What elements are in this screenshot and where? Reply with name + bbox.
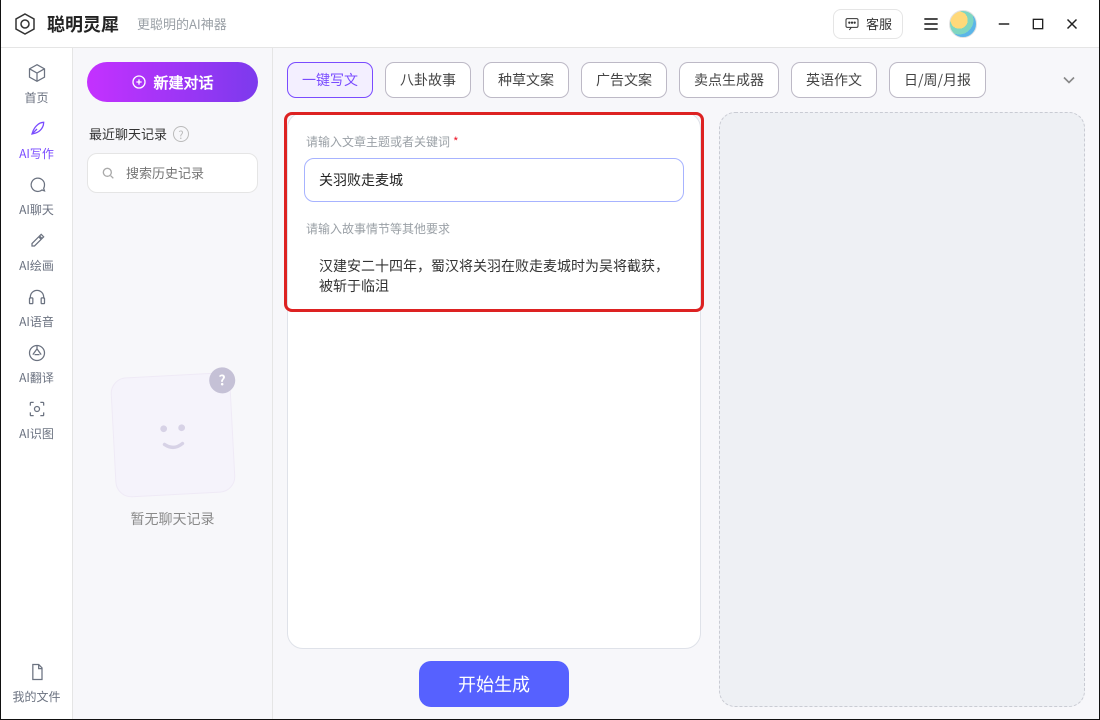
search-icon xyxy=(100,165,116,181)
speech-icon xyxy=(844,16,860,32)
nav-item-files[interactable]: 我的文件 xyxy=(1,655,72,711)
left-nav: 首页 AI写作 AI聊天 xyxy=(1,48,73,719)
chip-ad-copy[interactable]: 广告文案 xyxy=(581,62,667,98)
plus-icon xyxy=(131,74,147,90)
brand-logo-icon xyxy=(11,10,39,38)
recent-title: 最近聊天记录 xyxy=(89,124,167,143)
empty-illustration: ? xyxy=(109,372,235,498)
chip-label: 一键写文 xyxy=(302,70,358,90)
chat-icon xyxy=(26,174,48,196)
generate-button[interactable]: 开始生成 xyxy=(419,661,569,707)
recent-heading: 最近聊天记录 ? xyxy=(89,124,256,143)
new-chat-label: 新建对话 xyxy=(153,72,213,93)
nav-item-translate[interactable]: AI翻译 xyxy=(1,336,72,392)
nav-label: 首页 xyxy=(24,89,48,106)
support-button[interactable]: 客服 xyxy=(833,9,903,39)
nav-label: AI聊天 xyxy=(19,201,54,218)
brand-name: 聪明灵犀 xyxy=(47,11,119,37)
feather-icon xyxy=(26,118,48,140)
chip-onekey-write[interactable]: 一键写文 xyxy=(287,62,373,98)
brush-icon xyxy=(26,230,48,252)
sidebar: 新建对话 最近聊天记录 ? ? xyxy=(73,48,273,719)
new-chat-button[interactable]: 新建对话 xyxy=(87,62,258,102)
titlebar: 聪明灵犀 更聪明的AI神器 客服 xyxy=(1,0,1099,48)
chip-label: 日/周/月报 xyxy=(904,70,971,90)
topic-input[interactable] xyxy=(304,158,684,202)
nav-item-home[interactable]: 首页 xyxy=(1,56,72,112)
nav-item-ocr[interactable]: AI识图 xyxy=(1,392,72,448)
window-minimize-icon[interactable] xyxy=(987,9,1021,39)
topic-label: 请输入文章主题或者关键词* xyxy=(306,133,682,150)
empty-state: ? 暂无聊天记录 xyxy=(87,193,258,711)
nav-item-chat[interactable]: AI聊天 xyxy=(1,168,72,224)
topic-label-text: 请输入文章主题或者关键词 xyxy=(306,133,450,150)
nav-item-write[interactable]: AI写作 xyxy=(1,112,72,168)
window-maximize-icon[interactable] xyxy=(1021,9,1055,39)
headset-icon xyxy=(26,286,48,308)
nav-label: AI翻译 xyxy=(19,369,54,386)
nav-label: AI写作 xyxy=(19,145,54,162)
form-column: 请输入文章主题或者关键词* 请输入故事情节等其他要求 汉建安二十四年，蜀汉将关羽… xyxy=(287,112,701,707)
search-box[interactable] xyxy=(87,153,258,193)
chip-label: 种草文案 xyxy=(498,70,554,90)
nav-item-voice[interactable]: AI语音 xyxy=(1,280,72,336)
cube-icon xyxy=(26,62,48,84)
chip-selling-points[interactable]: 卖点生成器 xyxy=(679,62,779,98)
menu-icon[interactable] xyxy=(913,8,949,40)
nav-label: AI语音 xyxy=(19,313,54,330)
chip-gossip-story[interactable]: 八卦故事 xyxy=(385,62,471,98)
brand-slogan: 更聪明的AI神器 xyxy=(137,14,227,33)
chip-seeding-copy[interactable]: 种草文案 xyxy=(483,62,569,98)
nav-label: AI识图 xyxy=(19,425,54,442)
main: 一键写文 八卦故事 种草文案 广告文案 卖点生成器 英语作文 日/周/月报 请输… xyxy=(273,48,1099,719)
chevron-down-icon[interactable] xyxy=(1053,64,1085,96)
output-panel xyxy=(719,112,1085,707)
template-chips: 一键写文 八卦故事 种草文案 广告文案 卖点生成器 英语作文 日/周/月报 xyxy=(273,48,1099,104)
scan-icon xyxy=(26,398,48,420)
window-close-icon[interactable] xyxy=(1055,9,1089,39)
support-label: 客服 xyxy=(866,14,892,33)
help-icon[interactable]: ? xyxy=(173,126,189,142)
plot-label: 请输入故事情节等其他要求 xyxy=(306,220,682,237)
plot-textarea[interactable]: 汉建安二十四年，蜀汉将关羽在败走麦城时为吴将截获，被斩于临沮 xyxy=(304,245,684,325)
avatar[interactable] xyxy=(949,10,977,38)
nav-label: 我的文件 xyxy=(12,688,60,705)
search-input[interactable] xyxy=(124,165,245,182)
empty-text: 暂无聊天记录 xyxy=(131,509,215,529)
chip-report[interactable]: 日/周/月报 xyxy=(889,62,986,98)
nav-item-paint[interactable]: AI绘画 xyxy=(1,224,72,280)
chip-label: 英语作文 xyxy=(806,70,862,90)
chip-label: 广告文案 xyxy=(596,70,652,90)
brand: 聪明灵犀 更聪明的AI神器 xyxy=(11,10,227,38)
form-card: 请输入文章主题或者关键词* 请输入故事情节等其他要求 汉建安二十四年，蜀汉将关羽… xyxy=(287,112,701,649)
translate-icon xyxy=(26,342,48,364)
chip-english-essay[interactable]: 英语作文 xyxy=(791,62,877,98)
generate-label: 开始生成 xyxy=(458,675,530,695)
nav-label: AI绘画 xyxy=(19,257,54,274)
chip-label: 卖点生成器 xyxy=(694,70,764,90)
chip-label: 八卦故事 xyxy=(400,70,456,90)
file-icon xyxy=(26,661,48,683)
